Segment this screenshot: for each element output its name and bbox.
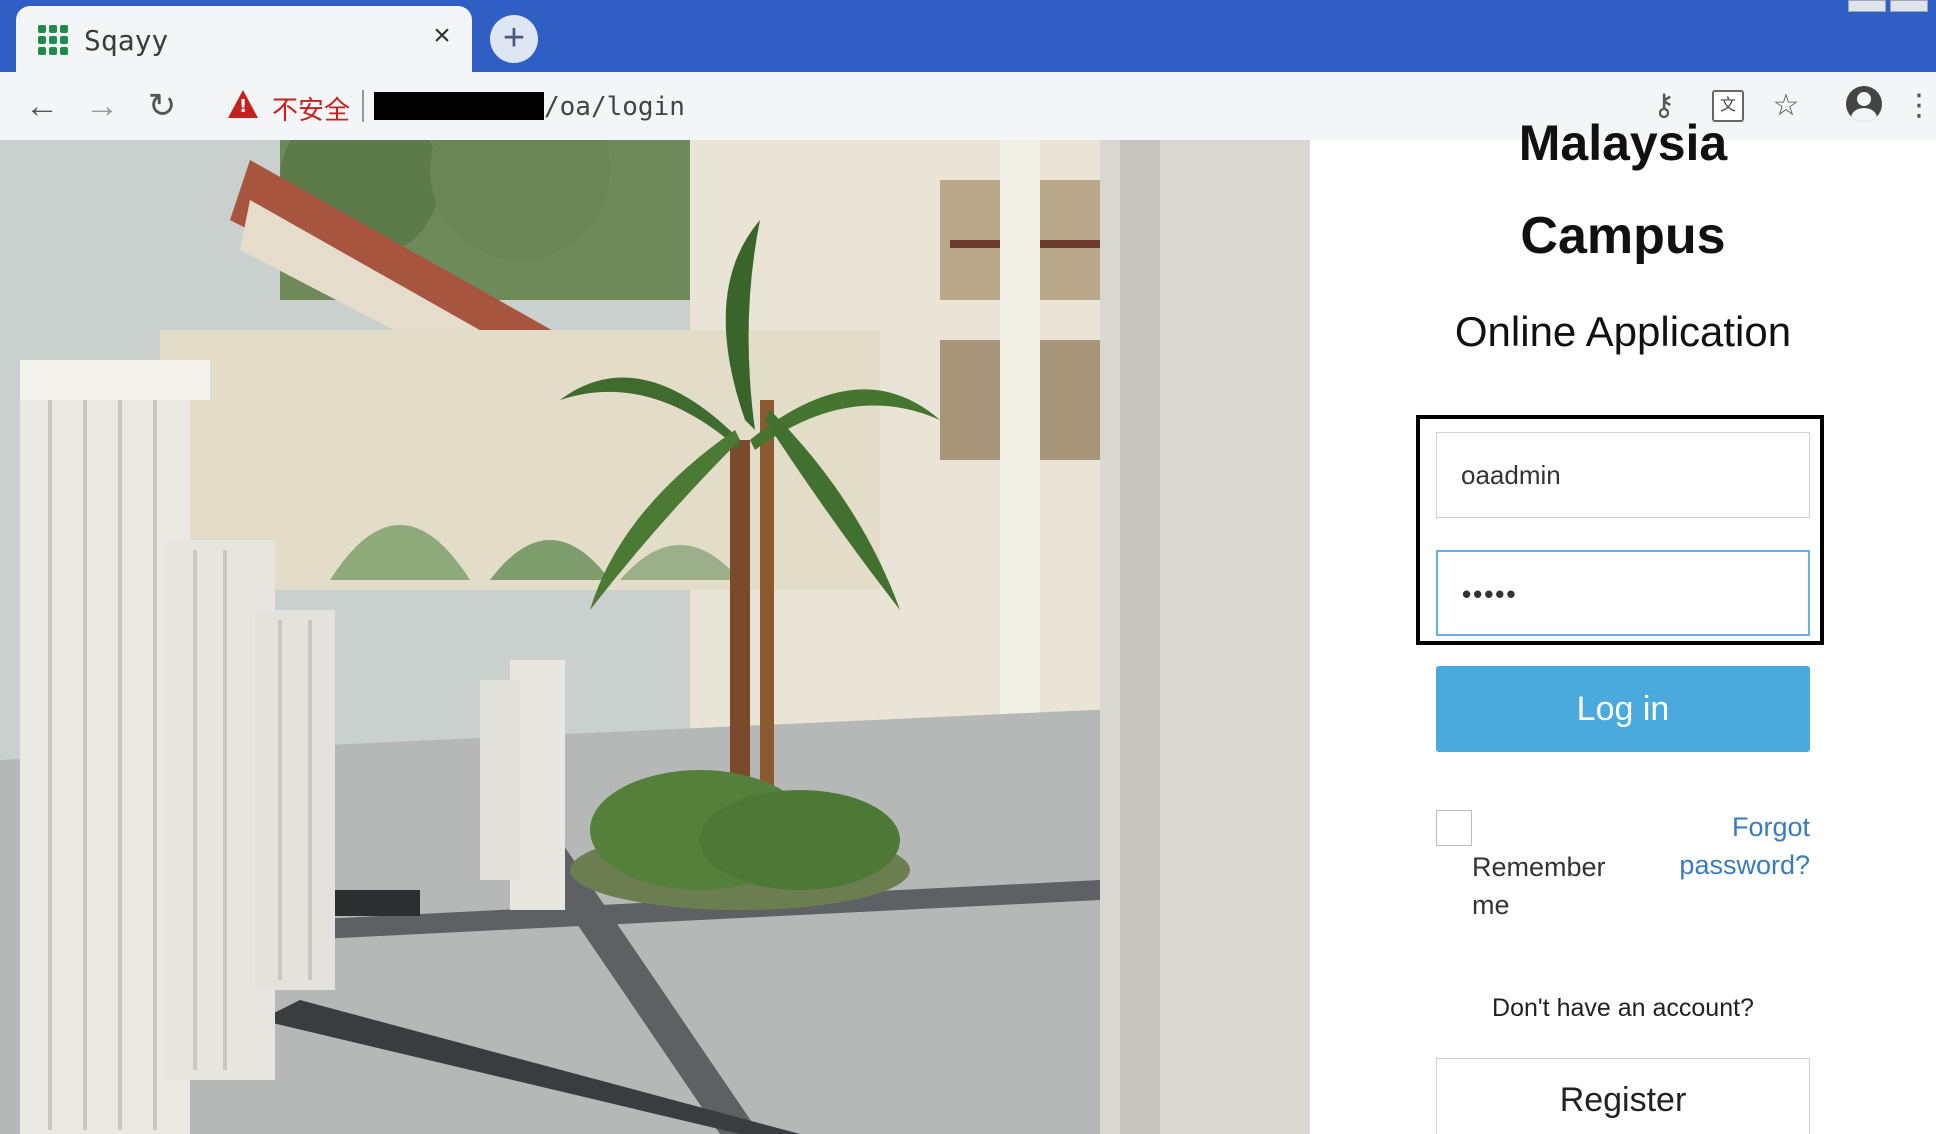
browser-tab[interactable]: Sqayy × — [16, 6, 472, 72]
new-tab-button[interactable]: + — [490, 15, 538, 63]
arrow-right-icon[interactable]: → — [80, 84, 124, 128]
tab-strip: Sqayy × + — [0, 0, 1936, 72]
username-input[interactable]: oaadmin — [1436, 432, 1810, 518]
browser-window: Sqayy × + ← → ↻ 不安全 /oa/login ⚷ 文 ☆ ⋮ — [0, 0, 1936, 1134]
minimize-button[interactable] — [1848, 0, 1886, 12]
campus-photo — [0, 140, 1310, 1134]
reload-icon[interactable]: ↻ — [140, 84, 184, 128]
login-panel: Malaysia Campus Online Application oaadm… — [1310, 115, 1936, 1134]
favicon-icon — [38, 25, 68, 55]
remember-me-label[interactable]: Remember me — [1472, 848, 1632, 924]
redacted-domain — [374, 92, 544, 120]
institution-name-partial: Malaysia — [1518, 115, 1728, 171]
campus-photo-illustration — [0, 140, 1310, 1134]
close-icon[interactable]: × — [426, 20, 458, 52]
page-title: Campus — [1520, 207, 1726, 265]
forgot-password-link[interactable]: Forgot password? — [1650, 808, 1810, 884]
arrow-left-icon[interactable]: ← — [20, 84, 64, 128]
register-button[interactable]: Register — [1436, 1058, 1810, 1134]
url-path[interactable]: /oa/login — [544, 92, 685, 122]
login-button[interactable]: Log in — [1436, 666, 1810, 752]
remember-me-checkbox[interactable] — [1436, 810, 1472, 846]
address-divider — [362, 90, 364, 122]
security-status[interactable]: 不安全 — [272, 90, 350, 127]
warning-triangle-icon[interactable] — [228, 90, 258, 118]
tab-title: Sqayy — [84, 24, 169, 57]
window-controls — [1848, 0, 1928, 12]
page-subtitle: Online Application — [1454, 308, 1792, 355]
maximize-button[interactable] — [1890, 0, 1928, 12]
no-account-text: Don't have an account? — [1492, 994, 1754, 1022]
password-input[interactable]: ••••• — [1436, 550, 1810, 636]
